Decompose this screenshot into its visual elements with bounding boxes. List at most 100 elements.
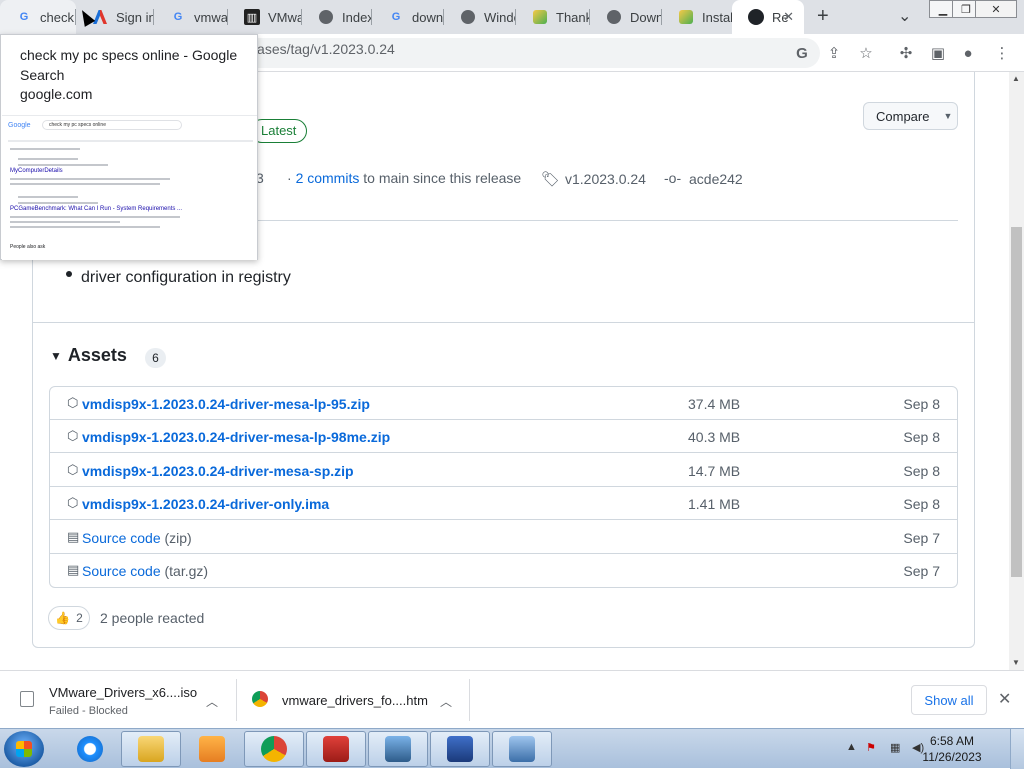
asset-link[interactable]: vmdisp9x-1.2023.0.24-driver-mesa-lp-95.z… (82, 396, 370, 412)
commits-suffix: to main since this release (363, 170, 522, 186)
github-icon (748, 9, 764, 25)
source-label: Source code (82, 530, 161, 546)
file-icon (20, 691, 34, 707)
reaction-summary: 2 people reacted (100, 610, 205, 626)
close-window-button[interactable]: ✕ (975, 0, 1017, 18)
asset-row: ⬡ vmdisp9x-1.2023.0.24-driver-mesa-lp-98… (50, 420, 957, 453)
media-player-icon[interactable] (182, 731, 242, 767)
asset-row: ▤ Source code (zip) Sep 7 (50, 521, 957, 554)
tab-label: downl (412, 9, 444, 25)
download-item[interactable]: VMware_Drivers_x6....iso Failed - Blocke… (0, 671, 236, 729)
commit-icon: -o- (664, 170, 682, 186)
download-filename: vmware_drivers_fo....htm (282, 693, 428, 708)
commits-link[interactable]: 2 commits (296, 170, 360, 186)
asset-size: 1.41 MB (688, 496, 741, 512)
file-explorer-icon[interactable] (121, 731, 181, 767)
source-label: Source code (82, 563, 161, 579)
azure-icon (92, 9, 108, 25)
file-zip-icon: ▤ (67, 562, 80, 577)
thumbs-up-icon: 👍 (55, 611, 71, 625)
tab-vmwa-search[interactable]: G vmwa (154, 0, 228, 34)
source-format: (tar.gz) (164, 563, 209, 579)
hover-card-domain: google.com (20, 86, 93, 102)
asset-link[interactable]: vmdisp9x-1.2023.0.24-driver-mesa-lp-98me… (82, 429, 390, 445)
asset-row: ▤ Source code (tar.gz) Sep 7 (50, 554, 957, 587)
chevron-up-icon[interactable]: ︿ (440, 693, 452, 710)
triangle-down-icon: ▼ (50, 348, 62, 363)
asset-size: 14.7 MB (688, 463, 741, 479)
tab-label: Thank (556, 9, 590, 25)
asset-size: 37.4 MB (688, 396, 741, 412)
source-code-targz-link[interactable]: Source code (tar.gz) (82, 563, 208, 579)
tab-label: Install (702, 9, 732, 25)
chevron-down-icon: ▼ (943, 111, 953, 121)
google-lens-icon[interactable]: G (792, 43, 812, 63)
download-filename: VMware_Drivers_x6....iso (49, 685, 198, 700)
reaction-button[interactable]: 👍 2 (48, 606, 90, 630)
tab-search-icon[interactable]: ⌄ (898, 6, 911, 26)
preview-people-also-ask: People also ask (10, 244, 46, 250)
page-scrollbar[interactable]: ▲ ▼ (1009, 72, 1024, 670)
tab-down[interactable]: Down (590, 0, 662, 34)
new-tab-button[interactable]: + (817, 5, 829, 28)
close-icon[interactable]: ✕ (998, 689, 1011, 709)
network-icon[interactable]: ▦ (890, 741, 904, 755)
source-code-zip-link[interactable]: Source code (zip) (82, 530, 192, 546)
tab-windo[interactable]: Windo (444, 0, 516, 34)
asset-link[interactable]: vmdisp9x-1.2023.0.24-driver-mesa-sp.zip (82, 463, 354, 479)
asset-link[interactable]: vmdisp9x-1.2023.0.24-driver-only.ima (82, 496, 329, 512)
tab-check[interactable]: G check (0, 0, 76, 34)
bookmark-star-icon[interactable]: ☆ (856, 43, 876, 63)
scroll-down-arrow-icon[interactable]: ▼ (1012, 658, 1020, 667)
toolbox-icon[interactable] (306, 731, 366, 767)
computer-icon[interactable] (368, 731, 428, 767)
tray-expand-icon[interactable]: ▲ (846, 741, 860, 755)
globe-icon (318, 9, 334, 25)
compare-button[interactable]: Compare ▼ (863, 102, 958, 130)
assets-toggle[interactable]: ▼ Assets (50, 345, 127, 366)
internet-explorer-icon[interactable] (60, 731, 120, 767)
tab-install[interactable]: Install (662, 0, 732, 34)
windows-taskbar: ▲ ⚑ ▦ ◀) 6:58 AM 11/26/2023 (0, 728, 1024, 769)
tab-downl[interactable]: G downl (372, 0, 444, 34)
download-item[interactable]: vmware_drivers_fo....htm ︿ (237, 671, 469, 729)
close-tab-icon[interactable]: ✕ (783, 9, 794, 25)
tab-release-active[interactable]: Re ✕ (732, 0, 804, 34)
tab-strip: G check Sign in G vmwa ▥ VMwa Index G do… (0, 0, 1024, 34)
google-icon: G (391, 11, 401, 23)
action-center-flag-icon[interactable]: ⚑ (866, 741, 880, 755)
side-panel-icon[interactable]: ▣ (928, 43, 948, 63)
tab-vmwa[interactable]: ▥ VMwa (228, 0, 302, 34)
clock-date: 11/26/2023 (922, 750, 982, 764)
share-icon[interactable]: ⇪ (824, 43, 844, 63)
scroll-up-arrow-icon[interactable]: ▲ (1012, 74, 1020, 83)
extensions-icon[interactable]: ✣ (896, 43, 916, 63)
tag-link[interactable]: v1.2023.0.24 (565, 171, 646, 187)
tag-icon: 🏷 (541, 171, 561, 188)
package-icon: ⬡ (67, 462, 79, 477)
menu-kebab-icon[interactable]: ⋮ (992, 43, 1012, 63)
hover-card-preview: Google check my pc specs online MyComput… (2, 115, 257, 260)
system-clock[interactable]: 6:58 AM 11/26/2023 (922, 733, 982, 765)
preview-google-logo: Google (8, 122, 31, 129)
commit-sha-link[interactable]: acde242 (689, 171, 743, 187)
package-icon: ⬡ (67, 395, 79, 410)
tab-label: check (40, 9, 74, 25)
start-button[interactable] (4, 731, 44, 767)
keyboard-icon[interactable] (492, 731, 552, 767)
scrollbar-thumb[interactable] (1011, 227, 1022, 577)
thumbs-icon (678, 9, 694, 25)
chevron-up-icon[interactable]: ︿ (206, 693, 218, 710)
show-desktop-button[interactable] (1010, 729, 1024, 769)
chrome-taskbar-icon[interactable] (244, 731, 304, 767)
globe-icon (606, 9, 622, 25)
tab-thank[interactable]: Thank (516, 0, 590, 34)
preview-search-box: check my pc specs online (42, 120, 182, 130)
divider (33, 322, 975, 323)
vmware-icon: ▥ (244, 9, 260, 25)
info-icon[interactable] (430, 731, 490, 767)
profile-avatar-icon[interactable]: ● (958, 43, 978, 63)
asset-date: Sep 7 (903, 530, 940, 546)
show-all-button[interactable]: Show all (911, 685, 987, 715)
tab-index[interactable]: Index (302, 0, 372, 34)
